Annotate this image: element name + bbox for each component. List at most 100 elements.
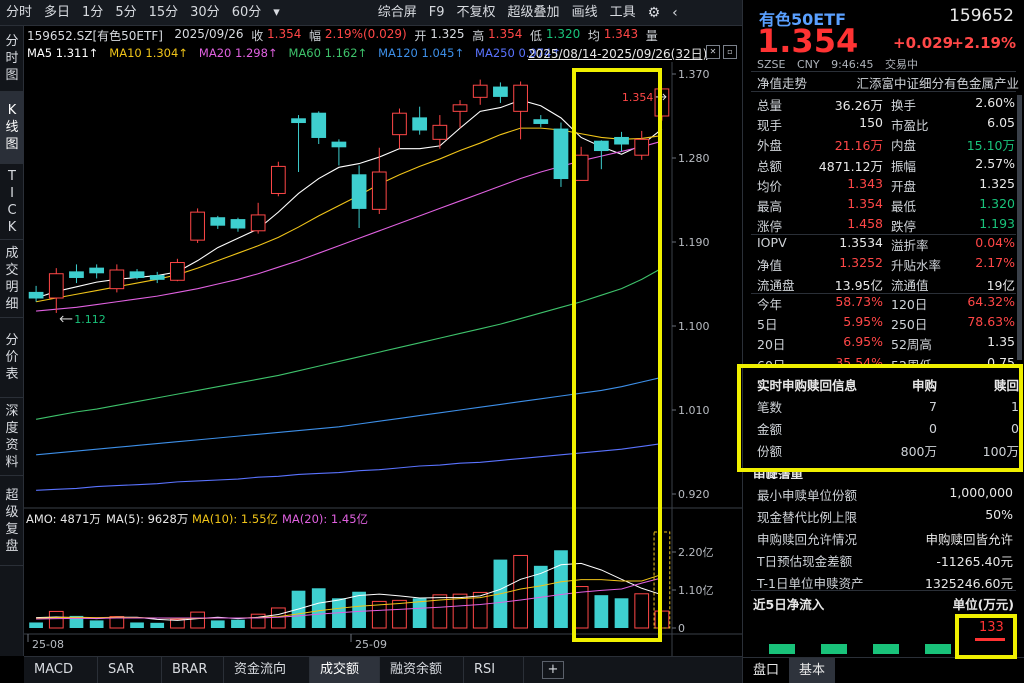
- indicator-tab-1[interactable]: SAR: [98, 657, 162, 683]
- period-30min[interactable]: 30分: [184, 0, 226, 26]
- candle-body: [311, 112, 327, 138]
- price-axis-label: 1.370: [678, 68, 710, 81]
- vtab-3[interactable]: 成交明细: [0, 240, 24, 318]
- gear-icon[interactable]: ⚙: [642, 0, 667, 26]
- volume-bar: [554, 550, 568, 628]
- candle-body: [533, 119, 549, 124]
- indicator-tab-4[interactable]: 成交额: [310, 657, 380, 683]
- ma-line-ma60: [35, 267, 663, 420]
- candle-body: [472, 84, 488, 98]
- candle-body: [452, 104, 468, 112]
- period-1min[interactable]: 1分: [76, 0, 109, 26]
- low-label: 低: [530, 29, 543, 43]
- composite-screen-button[interactable]: 综合屏: [372, 0, 423, 26]
- tab-basic[interactable]: 基本: [789, 658, 836, 683]
- amo-ma5-legend: MA(5): 9628万: [106, 512, 188, 526]
- creation-label: 最小申赎单位份额: [757, 488, 858, 503]
- indicator-tab-6[interactable]: RSI: [464, 657, 524, 683]
- table-row: 笔数 7 1: [757, 395, 1019, 417]
- volume-bar: [270, 607, 286, 629]
- vtab-0[interactable]: 分时图: [0, 26, 24, 92]
- date-axis-label: 25-08: [32, 638, 64, 651]
- price-axis-label: 0.920: [678, 488, 710, 501]
- volume-axis-label: 1.10亿: [678, 584, 714, 597]
- f9-button[interactable]: F9: [423, 0, 451, 26]
- period-multiday[interactable]: 多日: [38, 0, 76, 26]
- volume-bar: [412, 598, 427, 628]
- net-inflow-unit: 单位(万元): [952, 597, 1014, 612]
- window-icon[interactable]: ▫: [723, 45, 737, 59]
- candle-body: [371, 171, 387, 210]
- candle-body: [291, 118, 306, 124]
- left-view-tabs: 分时图K线图TICK成交明细分价表深度资料超级复盘: [0, 26, 24, 656]
- candle-body: [69, 271, 84, 278]
- stats-scrollbar[interactable]: [1017, 95, 1022, 360]
- candle-body: [432, 124, 448, 140]
- period-dropdown-icon[interactable]: ▾: [267, 0, 286, 26]
- candle-body: [149, 275, 165, 280]
- candle-body: [170, 262, 185, 281]
- vtab-5[interactable]: 深度资料: [0, 398, 24, 476]
- volume-bar: [654, 610, 670, 629]
- sr-row-label: 金额: [757, 421, 783, 437]
- period-5min[interactable]: 5分: [109, 0, 142, 26]
- net-inflow-bar: [925, 644, 951, 654]
- sr-subscribe-value: 0: [929, 420, 937, 436]
- net-inflow-bar: [821, 644, 847, 654]
- ma60-legend: MA60 1.162↑: [288, 46, 368, 60]
- table-row: 份额 800万 100万: [757, 439, 1019, 461]
- close-label: 收: [251, 29, 264, 43]
- candle-body: [513, 84, 528, 112]
- candle-body: [634, 138, 650, 156]
- delete-icon[interactable]: ✕: [706, 45, 720, 59]
- indicator-tab-2[interactable]: BRAR: [162, 657, 224, 683]
- volume-bar: [513, 554, 528, 629]
- kline-chart[interactable]: 1.370 1.280 1.190 1.100 1.010 0.920 2.20亿 1.10亿…: [24, 62, 742, 656]
- sr-col-redeem: 赎回: [993, 377, 1019, 393]
- tab-orderbook[interactable]: 盘口: [743, 658, 789, 683]
- creation-value: -11265.40元: [936, 554, 1013, 569]
- indicator-tabs: MACD SAR BRAR 资金流向 成交额 融资余额 RSI +: [24, 656, 742, 683]
- candle-body: [28, 291, 44, 299]
- no-adjust-button[interactable]: 不复权: [451, 0, 502, 26]
- creation-label: 申购赎回允许情况: [757, 532, 858, 547]
- creation-list-title: 申赎清单: [753, 468, 804, 479]
- volume-bar: [150, 622, 165, 628]
- change-value: 2.19%(0.029): [324, 27, 407, 41]
- net-inflow-positive-bar: [975, 638, 1005, 641]
- creation-value: 申购赎回皆允许: [925, 532, 1013, 547]
- vtab-2[interactable]: TICK: [0, 164, 24, 240]
- super-overlay-button[interactable]: 超级叠加: [502, 0, 566, 26]
- stat-value: 5.95%: [843, 314, 883, 330]
- candle-body: [493, 86, 508, 97]
- sr-redeem-value: 0: [1011, 420, 1019, 436]
- vtab-6[interactable]: 超级复盘: [0, 476, 24, 566]
- indicator-tab-5[interactable]: 融资余额: [380, 657, 464, 683]
- date-range-label[interactable]: 2025/08/14-2025/09/26(32日): [528, 45, 707, 62]
- sr-redeem-value: 1: [1011, 398, 1019, 414]
- add-indicator-icon[interactable]: +: [542, 661, 564, 679]
- volume-bar: [48, 610, 64, 629]
- indicator-tab-3[interactable]: 资金流向: [224, 657, 310, 683]
- amo-ma10-legend: MA(10): 1.55亿: [192, 512, 278, 526]
- period-intraday[interactable]: 分时: [0, 0, 38, 26]
- ma5-legend: MA5 1.311↑: [27, 46, 99, 60]
- candle-body: [573, 154, 589, 181]
- ma-line-ma250: [36, 443, 662, 491]
- tools-button[interactable]: 工具: [604, 0, 642, 26]
- vtab-1[interactable]: K线图: [0, 92, 24, 164]
- candle-body: [412, 117, 428, 131]
- period-60min[interactable]: 60分: [226, 0, 268, 26]
- candle-body: [654, 88, 670, 117]
- period-15min[interactable]: 15分: [143, 0, 185, 26]
- vtab-4[interactable]: 分价表: [0, 318, 24, 398]
- price-axis-label: 1.010: [678, 404, 710, 417]
- stat-value: 78.63%: [967, 314, 1015, 330]
- draw-line-button[interactable]: 画线: [566, 0, 604, 26]
- subscription-redemption-table: 实时申购赎回信息 申购 赎回 笔数 7 1 金额 0 0 份额 800万 100…: [757, 373, 1019, 461]
- volume-bar: [352, 591, 366, 628]
- indicator-tab-0[interactable]: MACD: [24, 657, 98, 683]
- candle-body: [129, 271, 145, 278]
- volume-bar: [594, 595, 609, 628]
- chevron-left-icon[interactable]: ‹: [666, 0, 684, 26]
